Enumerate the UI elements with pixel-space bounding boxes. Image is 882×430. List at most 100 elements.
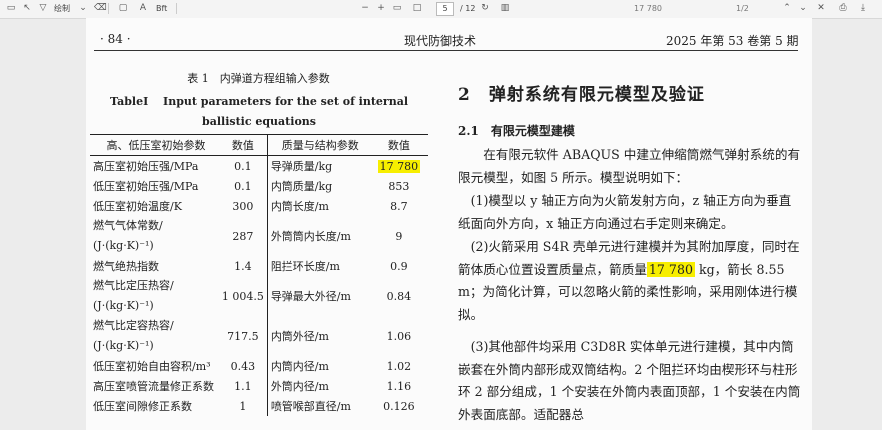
param-name: 内筒长度/m: [266, 196, 370, 216]
cell-text: 0.9: [390, 259, 408, 273]
cell-text: 阻拦环长度/m: [270, 260, 340, 273]
draw-button[interactable]: 绘制: [54, 2, 70, 15]
page-view-icon[interactable]: □: [412, 3, 422, 13]
table-header-row: 高、低压室初始参数 数值 质量与结构参数 数值: [90, 134, 428, 156]
paragraph: (2)火箭采用 S4R 壳单元进行建模并为其附加厚度，同时在箭体质心位置设置质量…: [458, 236, 803, 326]
param-name: 内筒质量/kg: [266, 176, 370, 196]
page-number: · 84 ·: [100, 32, 131, 46]
param-name: 内筒内径/m: [266, 356, 370, 376]
prev-result-icon[interactable]: ⌃: [782, 3, 792, 13]
cell-text: 导弹最大外径/m: [270, 290, 351, 303]
cell-unit: (J·(kg·K)⁻¹): [93, 339, 154, 352]
param-value: 1: [219, 396, 267, 416]
cell-text: 17 780: [377, 159, 421, 173]
param-name: 外筒内径/m: [266, 376, 370, 396]
cell-text: 燃气比定压热容/: [93, 279, 174, 292]
cell-text: 1 004.5: [221, 289, 264, 303]
paragraph: (1)模型以 y 轴正方向为火箭发射方向，z 轴正方向为垂直纸面向外方向，x 轴…: [458, 193, 792, 231]
divider: [108, 3, 109, 14]
table-row: 低压室初始压强/MPa 0.1 内筒质量/kg 853: [90, 176, 428, 196]
cell-text: 低压室初始自由容积/m³: [93, 360, 211, 373]
cell-text: 0.126: [383, 399, 415, 413]
param-value: 17 780: [370, 156, 428, 177]
next-result-icon[interactable]: ⌄: [798, 3, 808, 13]
sidebar-icon[interactable]: ▭: [6, 3, 16, 13]
cell-text: 853: [388, 179, 410, 193]
param-value: 0.1: [219, 176, 267, 196]
table-title-en: TableI Input parameters for the set of i…: [109, 95, 409, 128]
cell-text: 9: [395, 229, 403, 243]
param-value: 0.84: [370, 276, 428, 316]
cell-text: 燃气绝热指数: [93, 260, 159, 273]
text-icon[interactable]: A: [138, 3, 148, 13]
param-name: 高压室喷管流量修正系数: [90, 376, 219, 396]
cell-text: 内筒外径/m: [270, 330, 329, 343]
param-name: 燃气绝热指数: [90, 256, 219, 276]
cell-text: 717.5: [227, 329, 259, 343]
paragraph: 在有限元软件 ABAQUS 中建立伸缩筒燃气弹射系统的有限元模型，如图 5 所示…: [458, 147, 801, 185]
param-name: 燃气气体常数/ (J·(kg·K)⁻¹): [90, 216, 219, 256]
page-total: / 12: [460, 4, 476, 13]
param-value: 8.7: [370, 196, 428, 216]
subsection-heading: 2.1 有限元模型建模: [458, 124, 575, 138]
cell-text: 内筒内径/m: [270, 360, 329, 373]
cell-text: 高压室喷管流量修正系数: [93, 380, 214, 393]
param-value: 0.126: [370, 396, 428, 416]
cell-text: 高压室初始压强/MPa: [93, 160, 199, 173]
column-header: 高、低压室初始参数: [90, 134, 219, 156]
fit-icon[interactable]: ▭: [392, 3, 402, 13]
filter-icon[interactable]: ▽: [38, 3, 48, 13]
cell-text: 300: [232, 199, 254, 213]
cell-text: 0.43: [230, 359, 256, 373]
column-header: 数值: [218, 134, 268, 156]
param-value: 0.43: [219, 356, 267, 376]
table-row: 低压室初始自由容积/m³ 0.43 内筒内径/m 1.02: [90, 356, 428, 376]
select-icon[interactable]: ↖: [22, 3, 32, 13]
cell-text: 0.84: [386, 289, 412, 303]
cell-text: 1.16: [386, 379, 412, 393]
param-name: 喷管喉部直径/m: [266, 396, 370, 416]
table-row: 高压室喷管流量修正系数 1.1 外筒内径/m 1.16: [90, 376, 428, 396]
table-row: 燃气绝热指数 1.4 阻拦环长度/m 0.9: [90, 256, 428, 276]
param-name: 低压室初始温度/K: [90, 196, 219, 216]
zoom-in-icon[interactable]: +: [376, 3, 386, 13]
param-value: 287: [219, 216, 267, 256]
table-row: 燃气气体常数/ (J·(kg·K)⁻¹) 287 外筒筒内长度/m 9: [90, 216, 428, 256]
paragraph: (3)其他部件均采用 C3D8R 实体单元进行建模，其中内筒嵌套在外筒内部形成双…: [458, 339, 801, 422]
param-value: 853: [370, 176, 428, 196]
param-value: 1.06: [370, 316, 428, 356]
param-value: 717.5: [219, 316, 267, 356]
cell-text: 0.1: [234, 179, 252, 193]
search-input[interactable]: 17 780: [634, 2, 662, 15]
rotate-icon[interactable]: ↻: [480, 3, 490, 13]
cell-text: 导弹质量/kg: [270, 160, 333, 173]
cell-unit: (J·(kg·K)⁻¹): [93, 239, 154, 252]
cell-text: 287: [232, 229, 254, 243]
param-name: 低压室初始压强/MPa: [90, 176, 219, 196]
page-number-input[interactable]: 5: [436, 2, 454, 16]
pdf-page: · 84 · 现代防御技术 2025 年第 53 卷第 5 期 表 1 内弹道方…: [86, 18, 812, 430]
text-box-icon[interactable]: ▢: [118, 3, 128, 13]
cell-unit: (J·(kg·K)⁻¹): [93, 299, 154, 312]
search-count: 1/2: [736, 4, 749, 13]
param-name: 燃气比定容热容/ (J·(kg·K)⁻¹): [90, 316, 219, 356]
zoom-out-icon[interactable]: −: [360, 3, 370, 13]
table-row: 低压室间隙修正系数 1 喷管喉部直径/m 0.126: [90, 396, 428, 416]
close-icon[interactable]: ✕: [816, 3, 826, 13]
cell-text: 喷管喉部直径/m: [270, 400, 351, 413]
print-icon[interactable]: ⎙: [838, 3, 848, 13]
cell-text: 1.06: [386, 329, 412, 343]
save-icon[interactable]: ⤓: [858, 3, 868, 13]
divider: [176, 3, 177, 14]
eraser-icon[interactable]: ⌫: [94, 3, 107, 13]
param-name: 内筒外径/m: [266, 316, 370, 356]
issue-info: 2025 年第 53 卷第 5 期: [666, 34, 799, 48]
param-name: 低压室间隙修正系数: [90, 396, 219, 416]
table-row: 低压室初始温度/K 300 内筒长度/m 8.7: [90, 196, 428, 216]
chevron-down-icon[interactable]: ⌄: [78, 3, 88, 13]
tool-button[interactable]: Bft: [156, 2, 167, 15]
pdf-toolbar: ▭ ↖ ▽ 绘制 ⌄ ⌫ ▢ A Bft − + ▭ □ 5 / 12 ↻ ▥ …: [0, 0, 882, 19]
param-value: 9: [370, 216, 428, 256]
layout-icon[interactable]: ▥: [500, 3, 510, 13]
cell-text: 低压室初始温度/K: [93, 200, 182, 213]
